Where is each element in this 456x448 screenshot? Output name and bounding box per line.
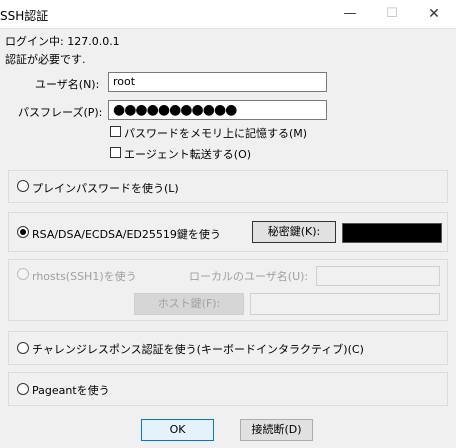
minimize-icon[interactable]: — bbox=[328, 0, 372, 28]
window-title: SSH認証 bbox=[0, 9, 49, 23]
host-key-path-input[interactable] bbox=[250, 293, 440, 315]
rhosts-label: rhosts(SSH1)を使う bbox=[32, 270, 137, 283]
pageant-label: Pageantを使う bbox=[32, 384, 110, 397]
remember-password-checkbox[interactable] bbox=[110, 126, 121, 137]
pageant-radio[interactable] bbox=[17, 383, 29, 395]
username-input[interactable]: root bbox=[108, 72, 327, 92]
remember-password-label: パスワードをメモリ上に記憶する(M) bbox=[124, 127, 308, 140]
local-user-label: ローカルのユーザ名(U): bbox=[189, 270, 309, 283]
rhosts-radio[interactable] bbox=[17, 268, 29, 280]
username-label: ユーザ名(N): bbox=[35, 78, 100, 91]
disconnect-button[interactable]: 接続断(D) bbox=[240, 419, 313, 441]
username-value: root bbox=[113, 75, 136, 88]
login-info: ログイン中: 127.0.0.1 bbox=[5, 35, 120, 48]
rsa-key-radio[interactable] bbox=[17, 226, 29, 238]
passphrase-input[interactable]: ●●●●●●●●●●● bbox=[108, 100, 327, 120]
plain-password-label: プレインパスワードを使う(L) bbox=[32, 182, 179, 195]
agent-forwarding-label: エージェント転送する(O) bbox=[124, 148, 252, 161]
maximize-icon[interactable]: ☐ bbox=[370, 0, 414, 28]
passphrase-label: パスフレーズ(P): bbox=[18, 106, 103, 119]
ok-button[interactable]: OK bbox=[141, 419, 214, 441]
title-bar: SSH認証 — ☐ ✕ bbox=[0, 0, 456, 29]
secret-key-path-input[interactable] bbox=[342, 223, 442, 243]
passphrase-value: ●●●●●●●●●●● bbox=[113, 102, 237, 118]
close-icon[interactable]: ✕ bbox=[412, 0, 456, 28]
auth-required-text: 認証が必要です. bbox=[5, 53, 86, 66]
plain-password-radio[interactable] bbox=[17, 180, 29, 192]
challenge-response-label: チャレンジレスポンス認証を使う(キーボードインタラクティブ)(C) bbox=[32, 343, 364, 356]
local-user-input[interactable] bbox=[316, 266, 440, 286]
agent-forwarding-checkbox[interactable] bbox=[110, 147, 121, 158]
host-key-button[interactable]: ホスト鍵(F): bbox=[134, 293, 244, 315]
rsa-key-label: RSA/DSA/ECDSA/ED25519鍵を使う bbox=[32, 228, 221, 241]
challenge-response-radio[interactable] bbox=[17, 342, 29, 354]
secret-key-button[interactable]: 秘密鍵(K): bbox=[252, 221, 336, 243]
